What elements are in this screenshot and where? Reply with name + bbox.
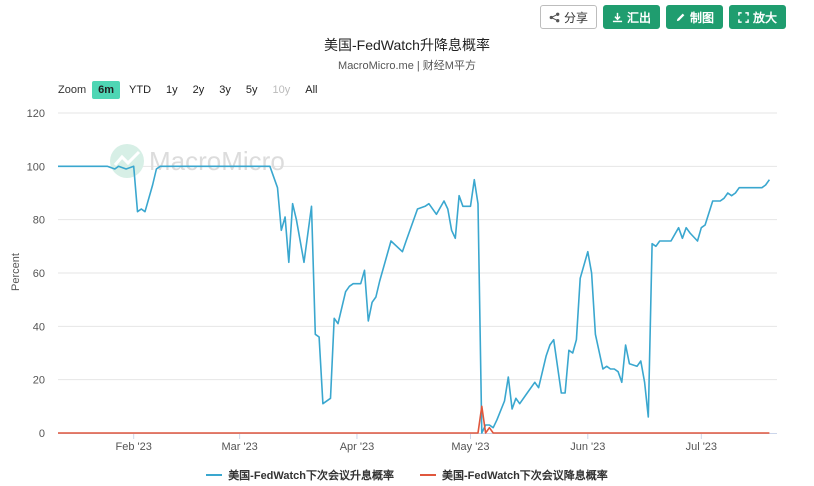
y-tick-label: 20: [33, 375, 45, 387]
x-tick-label: Jul '23: [686, 441, 717, 453]
legend-item-cut[interactable]: 美国-FedWatch下次会议降息概率: [420, 467, 608, 483]
x-tick-label: Apr '23: [340, 441, 375, 453]
y-tick-label: 60: [33, 268, 45, 280]
legend-swatch-cut: [420, 474, 436, 476]
y-tick-label: 120: [27, 108, 45, 120]
legend-swatch-hike: [206, 474, 223, 476]
series-line-cut: [58, 405, 770, 434]
watermark-text: MacroMicro: [149, 146, 285, 176]
series-line-hike: [58, 165, 771, 434]
legend-label-hike: 美国-FedWatch下次会议升息概率: [228, 470, 394, 482]
y-tick-label: 100: [27, 161, 45, 173]
y-tick-label: 0: [39, 428, 45, 440]
watermark: MacroMicro: [110, 144, 285, 178]
x-tick-label: Jun '23: [570, 441, 605, 453]
chart-legend: 美国-FedWatch下次会议升息概率 美国-FedWatch下次会议降息概率: [0, 467, 814, 483]
legend-item-hike[interactable]: 美国-FedWatch下次会议升息概率: [206, 467, 394, 483]
series-lines: [58, 165, 771, 434]
line-chart: MacroMicro 0 20 40 60 80 100 120 Feb '23 Mar '23…: [10, 108, 777, 453]
legend-label-cut: 美国-FedWatch下次会议降息概率: [442, 470, 608, 482]
y-axis-title: Percent: [10, 253, 22, 291]
y-tick-label: 80: [33, 215, 45, 227]
x-tick-label: May '23: [451, 441, 489, 453]
x-tick-label: Feb '23: [116, 441, 152, 453]
y-tick-label: 40: [33, 321, 45, 333]
x-tick-label: Mar '23: [221, 441, 257, 453]
